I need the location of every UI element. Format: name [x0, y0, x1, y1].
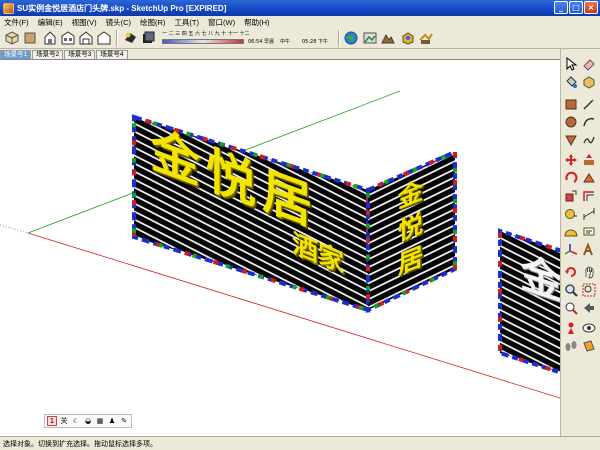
display-shadows-icon[interactable] [140, 30, 156, 46]
sunset-time: 05:28 下午 [302, 39, 328, 45]
move-icon[interactable] [564, 153, 578, 167]
layer-number[interactable]: 1 [47, 416, 57, 426]
push-pull-icon[interactable] [582, 153, 596, 167]
menu-camera[interactable]: 镜头(C) [106, 17, 131, 28]
get-current-view-icon[interactable] [362, 30, 378, 46]
maximize-button[interactable]: □ [569, 1, 583, 14]
tape-measure-icon[interactable] [564, 207, 578, 221]
pencil-icon[interactable]: ✎ [119, 416, 129, 426]
previous-view-icon[interactable] [582, 301, 596, 315]
toolbar-separator [338, 30, 340, 47]
right-view-icon[interactable] [60, 30, 76, 46]
scene-canvas [0, 90, 560, 399]
half-circle-icon[interactable]: ◒ [83, 416, 93, 426]
zoom-icon[interactable] [564, 283, 578, 297]
section-plane-icon[interactable] [582, 339, 596, 353]
toggle-label[interactable]: 关 [59, 416, 69, 426]
left-view-icon[interactable] [96, 30, 112, 46]
window-controls: _ □ × [554, 1, 598, 14]
menu-help[interactable]: 帮助(H) [244, 17, 269, 28]
tab-scene-2[interactable]: 场景号2 [32, 50, 64, 59]
rectangle-icon[interactable] [564, 97, 578, 111]
line-icon[interactable] [582, 97, 596, 111]
close-button[interactable]: × [584, 1, 598, 14]
tool-palette [560, 49, 600, 436]
menu-draw[interactable]: 绘图(R) [140, 17, 165, 28]
menu-tools[interactable]: 工具(T) [174, 17, 199, 28]
pan-icon[interactable] [582, 265, 596, 279]
front-view-icon[interactable] [42, 30, 58, 46]
zoom-window-icon[interactable] [582, 283, 596, 297]
menu-edit[interactable]: 编辑(E) [38, 17, 63, 28]
get-models-icon[interactable] [418, 30, 434, 46]
date-slider[interactable] [162, 39, 244, 44]
sketchup-logo-icon [3, 2, 14, 14]
protractor-icon[interactable] [564, 225, 578, 239]
viewport-mini-toolbar: 1 关 ☾ ◒ ▦ ♟ ✎ [44, 414, 132, 428]
top-view-icon[interactable] [22, 30, 38, 46]
tab-scene-4[interactable]: 场景号4 [96, 50, 128, 59]
menu-view[interactable]: 视图(V) [72, 17, 97, 28]
rotate-icon[interactable] [564, 171, 578, 185]
make-component-icon[interactable] [582, 75, 596, 89]
google-earth-icon[interactable] [343, 30, 359, 46]
3d-text-icon[interactable] [582, 243, 596, 257]
month-slider-labels: 一 二 三 四 五 六 七 八 九 十 十一 十二 [162, 31, 250, 37]
window-title: SU实例金悦居酒店门头牌.skp - SketchUp Pro [EXPIRED… [17, 3, 227, 13]
toggle-terrain-icon[interactable] [380, 30, 396, 46]
title-bar: SU实例金悦居酒店门头牌.skp - SketchUp Pro [EXPIRED… [0, 0, 600, 16]
scene-tabs: 场景号1 场景号2 场景号3 场景号4 [0, 49, 560, 59]
noon-label: 中午 [280, 39, 291, 45]
minimize-button[interactable]: _ [554, 1, 568, 14]
status-message: 选择对象。切换到扩充选择。拖动鼠标选择多项。 [3, 440, 157, 448]
position-camera-icon[interactable] [564, 321, 578, 335]
axis-dotted-extension [0, 224, 29, 234]
arc-icon[interactable] [582, 115, 596, 129]
freehand-icon[interactable] [582, 133, 596, 147]
back-view-icon[interactable] [78, 30, 94, 46]
circle-icon[interactable] [564, 115, 578, 129]
zoom-extents-icon[interactable] [564, 301, 578, 315]
orbit-icon[interactable] [564, 265, 578, 279]
shadows-panel: 一 二 三 四 五 六 七 八 九 十 十一 十二 06:54 早晨 中午 05… [162, 30, 334, 47]
shadow-settings-icon[interactable] [122, 30, 138, 46]
menu-window[interactable]: 窗口(W) [208, 17, 235, 28]
select-icon[interactable] [564, 57, 578, 71]
menu-bar: 文件(F) 编辑(E) 视图(V) 镜头(C) 绘图(R) 工具(T) 窗口(W… [0, 16, 600, 28]
sketchup-window: SU实例金悦居酒店门头牌.skp - SketchUp Pro [EXPIRED… [0, 0, 600, 450]
axes-icon[interactable] [564, 243, 578, 257]
main-toolbar: 一 二 三 四 五 六 七 八 九 十 十一 十二 06:54 早晨 中午 05… [0, 28, 600, 49]
place-model-icon[interactable] [400, 30, 416, 46]
figure-icon[interactable]: ♟ [107, 416, 117, 426]
sunrise-time: 06:54 早晨 [248, 39, 274, 45]
look-around-icon[interactable] [582, 321, 596, 335]
walk-icon[interactable] [564, 339, 578, 353]
dimension-icon[interactable] [582, 207, 596, 221]
offset-icon[interactable] [582, 189, 596, 203]
menu-file[interactable]: 文件(F) [4, 17, 29, 28]
toolbar-separator [116, 30, 118, 47]
follow-me-icon[interactable] [582, 171, 596, 185]
moon-icon[interactable]: ☾ [71, 416, 81, 426]
model-viewport[interactable]: 金悦居 酒家 金 悦 居 金 1 关 ☾ ◒ ▦ ♟ ✎ [0, 59, 560, 436]
status-bar: 选择对象。切换到扩充选择。拖动鼠标选择多项。 [0, 436, 600, 450]
scale-icon[interactable] [564, 189, 578, 203]
tab-scene-1[interactable]: 场景号1 [0, 50, 32, 59]
iso-view-icon[interactable] [4, 30, 20, 46]
tab-scene-3[interactable]: 场景号3 [64, 50, 96, 59]
paint-bucket-icon[interactable] [564, 75, 578, 89]
eraser-icon[interactable] [582, 57, 596, 71]
text-icon[interactable] [582, 225, 596, 239]
polygon-icon[interactable] [564, 133, 578, 147]
grid-icon[interactable]: ▦ [95, 416, 105, 426]
